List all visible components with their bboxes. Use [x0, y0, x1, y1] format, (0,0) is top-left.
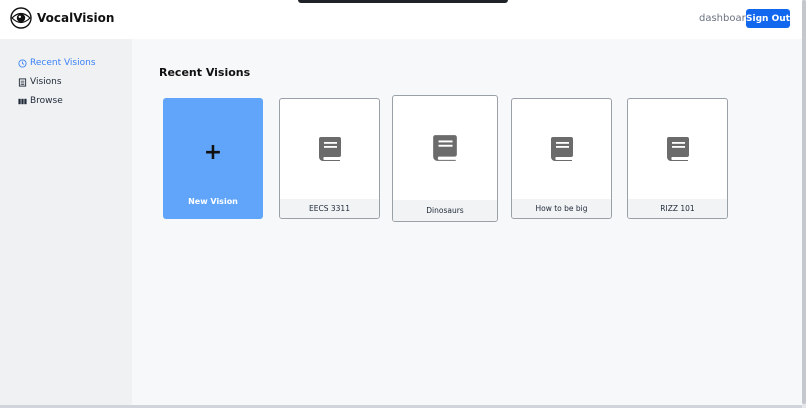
eye-logo-icon — [10, 7, 32, 29]
stack-icon — [18, 77, 27, 87]
sign-out-button[interactable]: Sign Out — [746, 9, 790, 28]
grid-icon — [18, 98, 27, 104]
sidebar-item-label: Recent Visions — [30, 58, 96, 68]
book-icon — [318, 137, 341, 161]
book-icon — [550, 137, 573, 161]
brand[interactable]: VocalVision — [10, 7, 114, 29]
vision-card-label: EECS 3311 — [280, 199, 379, 218]
page-title: Recent Visions — [159, 66, 251, 79]
scrollbar-thumb[interactable] — [802, 0, 806, 404]
sidebar-item-label: Visions — [30, 77, 62, 87]
vision-card-eecs-3311[interactable]: EECS 3311 — [279, 98, 380, 219]
sidebar-item-visions[interactable]: Visions — [18, 75, 62, 89]
vision-card-label: Dinosaurs — [393, 200, 497, 221]
top-header — [0, 0, 806, 39]
sidebar-item-label: Browse — [30, 96, 63, 106]
sidebar-item-browse[interactable]: Browse — [18, 94, 63, 108]
vision-card-dinosaurs[interactable]: Dinosaurs — [392, 95, 498, 222]
browser-top-strip — [298, 0, 508, 3]
book-icon — [666, 137, 689, 161]
new-vision-card[interactable]: + New Vision — [163, 98, 263, 219]
vision-card-how-to-be-big[interactable]: How to be big — [511, 98, 612, 219]
vision-card-label: How to be big — [512, 199, 611, 218]
clock-icon — [18, 58, 27, 68]
brand-name: VocalVision — [37, 11, 115, 25]
nav-dashboard-link[interactable]: dashboard — [699, 13, 752, 24]
vision-card-rizz-101[interactable]: RIZZ 101 — [627, 98, 728, 219]
sidebar-item-recent-visions[interactable]: Recent Visions — [18, 56, 96, 70]
new-vision-label: New Vision — [188, 197, 238, 206]
vision-card-label: RIZZ 101 — [628, 199, 727, 218]
plus-icon: + — [203, 140, 223, 165]
book-icon — [433, 135, 457, 161]
